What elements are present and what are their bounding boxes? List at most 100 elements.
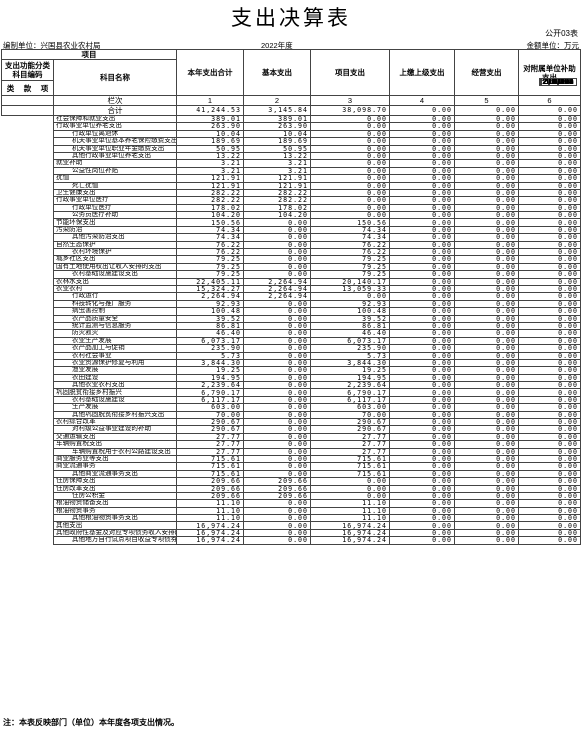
amount-cell: 3.21 <box>243 166 311 176</box>
amount-cell: 0.00 <box>389 174 455 183</box>
amount-cell: 290.67 <box>310 425 390 434</box>
header-basic: 基本支出 <box>243 49 311 96</box>
amount-cell: 0.00 <box>389 373 455 383</box>
amount-cell: 0.00 <box>389 440 455 449</box>
table-row: 2130106 科技转化与推广服务 92.93 0.00 92.93 0.00 0.00 0.… <box>2 77 581 309</box>
amount-cell: 0.00 <box>454 388 519 397</box>
amount-cell: 0.00 <box>389 307 455 316</box>
amount-cell: 0.00 <box>243 233 311 242</box>
amount-cell: 0.00 <box>389 381 455 390</box>
amount-cell: 0.00 <box>454 321 519 331</box>
amount-cell: 0.00 <box>310 203 390 213</box>
amount-cell: 209.66 <box>176 477 244 486</box>
subject-name: 农产品加工与促销 <box>53 344 177 353</box>
amount-cell: 121.91 <box>176 181 244 190</box>
amount-cell: 100.48 <box>176 307 244 316</box>
column-number: 2 <box>243 95 311 106</box>
amount-cell: 121.91 <box>243 174 311 183</box>
amount-cell: 100.48 <box>310 307 390 316</box>
amount-cell: 0.00 <box>389 477 455 486</box>
amount-cell: 0.00 <box>518 174 581 183</box>
header-business: 经营支出 <box>454 49 519 96</box>
amount-cell: 715.61 <box>310 462 390 471</box>
amount-cell: 0.00 <box>389 262 455 272</box>
amount-cell: 209.66 <box>243 491 311 501</box>
amount-cell: 0.00 <box>389 336 455 346</box>
amount-cell: 16,974.24 <box>176 521 244 530</box>
amount-cell: 282.22 <box>243 196 311 205</box>
amount-cell: 39.52 <box>176 314 244 323</box>
amount-cell: 282.22 <box>243 188 311 198</box>
subject-name: 自然生态保护 <box>53 240 177 250</box>
amount-cell: 27.77 <box>310 440 390 449</box>
amount-cell: 0.00 <box>243 536 311 545</box>
table-row: 208 社会保障和就业支出 389.01 389.01 0.00 0.00 0.00 0.00 <box>2 77 581 124</box>
header-project: 项目支出 <box>310 49 390 96</box>
amount-cell: 0.00 <box>518 388 581 397</box>
table-header: 项目 本年支出合计 基本支出 项目支出 上缴上级支出 经营支出 对附属单位补助支… <box>1 49 581 116</box>
amount-cell: 104.20 <box>243 211 311 220</box>
amount-cell: 74.34 <box>310 233 390 242</box>
amount-cell: 76.22 <box>176 248 244 257</box>
amount-cell: 715.61 <box>176 469 244 479</box>
amount-cell: 0.00 <box>310 166 390 176</box>
amount-cell: 0.00 <box>454 454 519 464</box>
amount-cell: 0.00 <box>243 336 311 346</box>
amount-cell: 79.25 <box>310 270 390 279</box>
amount-cell: 0.00 <box>389 129 455 139</box>
amount-cell: 0.00 <box>454 314 519 323</box>
amount-cell: 11.10 <box>176 514 244 523</box>
amount-cell: 0.00 <box>389 358 455 368</box>
amount-cell: 0.00 <box>389 151 455 161</box>
table-row: 21406 车辆购置税支出 27.77 0.00 27.77 0.00 0.00 0.00 <box>2 77 581 449</box>
amount-cell: 0.00 <box>389 344 455 353</box>
amount-cell: 0.00 <box>518 248 581 257</box>
amount-cell: 0.00 <box>243 403 311 412</box>
amount-cell: 0.00 <box>518 484 581 493</box>
amount-cell: 74.34 <box>176 233 244 242</box>
amount-cell: 0.00 <box>243 388 311 397</box>
amount-cell: 0.00 <box>518 417 581 427</box>
amount-cell: 0.00 <box>518 454 581 464</box>
amount-cell: 0.00 <box>243 321 311 331</box>
amount-cell: 0.00 <box>389 506 455 516</box>
amount-cell: 178.02 <box>243 203 311 213</box>
amount-cell: 0.00 <box>518 514 581 523</box>
subject-name: 其他粮油物资事务支出 <box>53 514 177 523</box>
amount-cell: 6,117.17 <box>310 395 390 405</box>
subject-name: 公务员医疗补助 <box>53 211 177 220</box>
amount-cell: 0.00 <box>243 240 311 250</box>
amount-cell: 0.00 <box>518 336 581 346</box>
subject-name: 防灾救灾 <box>53 329 177 338</box>
amount-cell: 0.00 <box>389 233 455 242</box>
amount-cell: 0.00 <box>389 292 455 301</box>
total-value: 38,098.70 <box>310 105 390 116</box>
amount-cell: 79.25 <box>176 255 244 264</box>
amount-cell: 290.67 <box>176 425 244 434</box>
amount-cell: 0.00 <box>389 425 455 434</box>
amount-cell: 0.00 <box>243 314 311 323</box>
amount-cell: 0.00 <box>389 410 455 420</box>
amount-cell: 0.00 <box>454 270 519 279</box>
amount-cell: 0.00 <box>310 151 390 161</box>
subject-name: 行政事业单位医疗 <box>53 196 177 205</box>
column-number: 4 <box>389 95 455 106</box>
amount-cell: 0.00 <box>454 174 519 183</box>
subject-name: 其他行政事业单位养老支出 <box>53 151 177 161</box>
amount-cell: 0.00 <box>518 425 581 434</box>
amount-cell: 0.00 <box>389 514 455 523</box>
amount-cell: 86.81 <box>310 321 390 331</box>
subject-name: 商业流通事务 <box>53 462 177 471</box>
amount-cell: 603.00 <box>310 403 390 412</box>
amount-cell: 0.00 <box>454 248 519 257</box>
amount-cell: 0.00 <box>454 536 519 545</box>
table-row: 2130505 生产发展 603.00 0.00 603.00 0.00 0.00 0.00 <box>2 77 581 412</box>
form-code: 公开03表 <box>545 29 578 38</box>
amount-cell: 0.00 <box>518 218 581 227</box>
amount-cell: 0.00 <box>389 114 455 124</box>
amount-cell: 0.00 <box>454 447 519 456</box>
amount-cell: 0.00 <box>243 248 311 257</box>
amount-cell: 0.00 <box>389 432 455 442</box>
amount-cell: 0.00 <box>243 366 311 375</box>
amount-cell: 0.00 <box>454 240 519 250</box>
